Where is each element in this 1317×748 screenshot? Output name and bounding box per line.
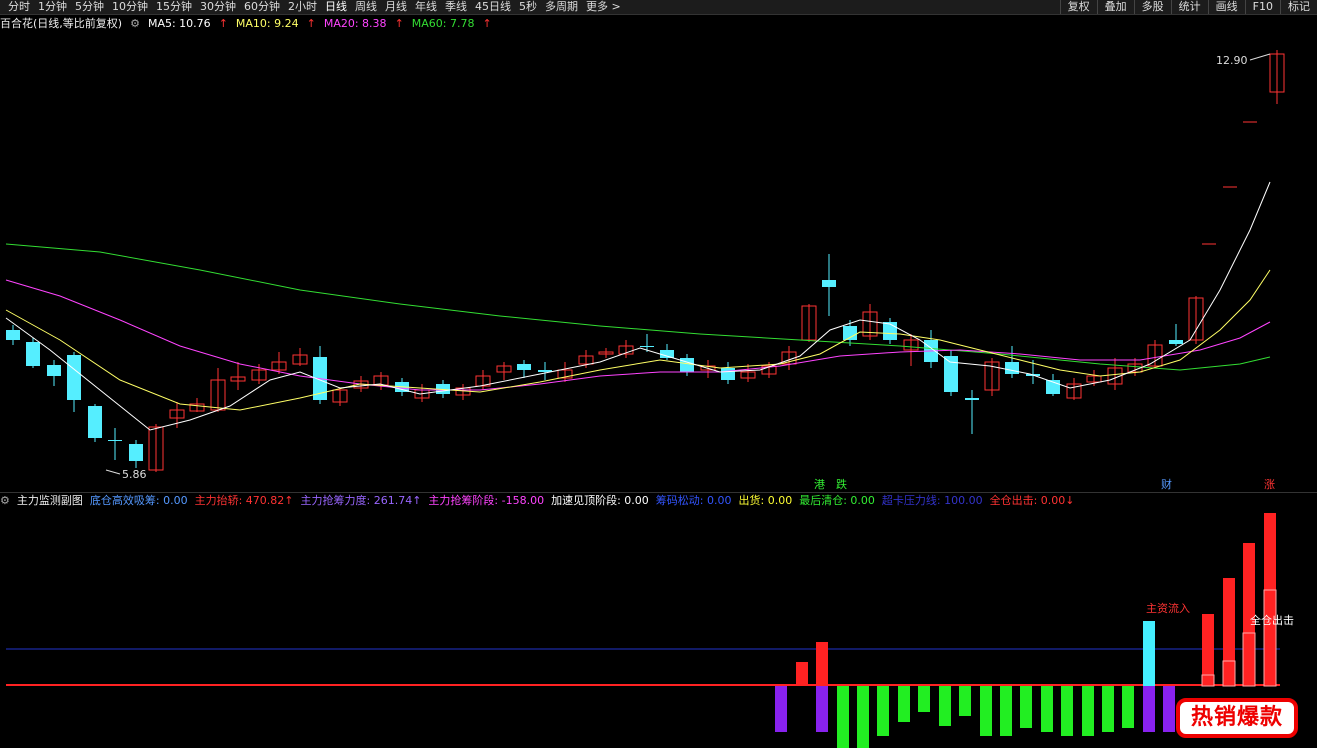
indicator-bar: [1223, 578, 1235, 686]
event-marker-3: 涨: [1264, 478, 1275, 491]
indicator-bar: [959, 686, 971, 716]
indicator-bar: [1000, 686, 1012, 736]
indicator-bar: [837, 686, 849, 748]
low-price-pointer: [105, 469, 121, 475]
inflow-annotation: 主资流入: [1146, 601, 1190, 615]
kline-chart[interactable]: 12.90 5.86 港跌 财 涨主资流入全仓出击: [0, 0, 1317, 748]
indicator-bar: [1082, 686, 1094, 736]
candle-body: [1005, 362, 1019, 374]
indicator-bar: [898, 686, 910, 722]
candle-body: [67, 355, 81, 400]
ma5-line: [5, 181, 1271, 431]
candle-body: [1169, 340, 1183, 344]
candle-body: [660, 350, 674, 358]
candle-body: [883, 322, 897, 340]
indicator-bar: [980, 686, 992, 736]
high-price-label: 12.90: [1216, 54, 1248, 67]
indicator-bar: [816, 642, 828, 686]
indicator-bar: [939, 686, 951, 726]
candle-body: [129, 444, 143, 461]
candle-body: [721, 368, 735, 380]
candle-body: [965, 398, 979, 400]
ma10-line: [5, 269, 1271, 411]
indicator-bar: [1102, 686, 1114, 732]
candle-body: [26, 342, 40, 366]
event-marker-1: 跌: [836, 477, 847, 491]
indicator-bar: [1041, 686, 1053, 732]
candle-body: [640, 346, 654, 347]
indicator-bar: [918, 686, 930, 712]
indicator-bar: [1143, 686, 1155, 732]
candle-body: [6, 330, 20, 340]
candle-body: [517, 364, 531, 370]
low-price-label: 5.86: [122, 468, 147, 481]
full-position-annotation: 全仓出击: [1250, 613, 1294, 627]
candle-body: [944, 356, 958, 392]
promo-text: 热销爆款: [1190, 705, 1283, 730]
candle-body: [108, 440, 122, 441]
candle-body: [47, 365, 61, 376]
candle-body: [680, 358, 694, 372]
candle-body: [88, 406, 102, 438]
event-marker-0: 港: [814, 478, 825, 491]
high-price-pointer: [1249, 53, 1271, 61]
indicator-bar: [816, 686, 828, 732]
event-marker-2: 财: [1161, 477, 1172, 491]
indicator-bar: [877, 686, 889, 736]
indicator-bar: [1143, 621, 1155, 686]
promo-badge[interactable]: 热销爆款: [1170, 692, 1304, 744]
indicator-bar: [857, 686, 869, 748]
candle-body: [822, 280, 836, 287]
indicator-bar: [1264, 513, 1276, 686]
indicator-bar: [796, 662, 808, 686]
indicator-bar: [1020, 686, 1032, 728]
indicator-bar: [775, 686, 787, 732]
indicator-bar: [1122, 686, 1134, 728]
indicator-bar: [1061, 686, 1073, 736]
